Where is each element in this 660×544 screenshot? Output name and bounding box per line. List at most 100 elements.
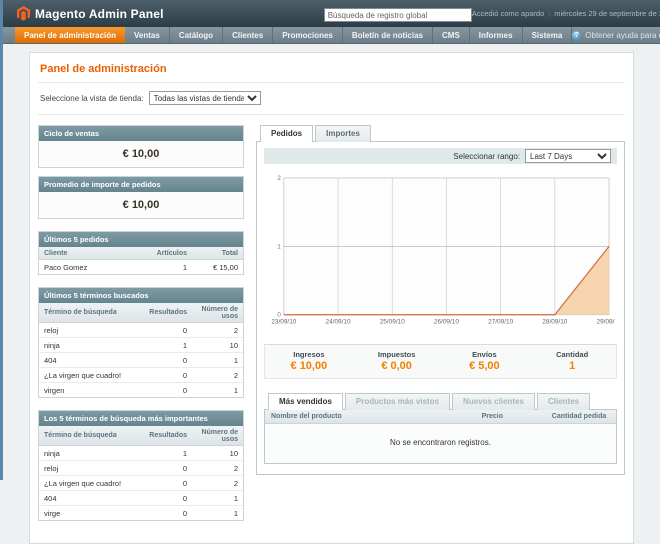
last-search-terms-title: Últimos 5 términos buscados [39,288,243,303]
table-row[interactable]: ¿La virgen que cuadro! 0 2 [39,367,243,383]
column-header[interactable]: Cliente [39,247,141,260]
lifetime-sales-value: € 10,00 [39,141,243,167]
table-cell: ¿La virgen que cuadro! [39,367,141,383]
column-header[interactable]: Número de usos [192,426,243,446]
table-cell: 2 [192,367,243,383]
tab-pedidos[interactable]: Pedidos [260,125,314,142]
column-header[interactable]: Número de usos [192,303,243,323]
totals-strip: Ingresos € 10,00 Impuestos € 0,00 Envíos € 5,… [264,343,617,379]
table-cell: Paco Gomez [39,259,141,274]
stat-value: 1 [569,359,576,372]
table-cell: 0 [141,352,192,368]
table-row[interactable]: ninja 1 10 [39,445,243,461]
tab-clientes[interactable]: Clientes [536,392,591,410]
app-header: Magento Admin Panel Accedió como apardo … [3,0,660,27]
nav-item-panel-de-administraci-n[interactable]: Panel de administración [15,27,126,43]
table-row[interactable]: reloj 0 2 [39,460,243,476]
table-cell: reloj [39,460,141,476]
range-label: Seleccionar rango: [453,151,520,161]
stat-impuestos: Impuestos € 0,00 [353,350,441,372]
nav-item-informes[interactable]: Informes [470,27,523,43]
table-cell: 10 [192,337,243,353]
tab-m-s-vendidos[interactable]: Más vendidos [268,392,343,410]
column-header[interactable]: Término de búsqueda [39,426,141,446]
average-orders-title: Promedio de importe de pedidos [39,177,243,192]
products-table: Nombre del producto Precio Cantidad pedida… [265,409,616,463]
stat-label: Ingresos [293,349,325,359]
average-orders-box: Promedio de importe de pedidos € 10,00 [38,176,244,219]
table-row[interactable]: virgen 0 1 [39,382,243,397]
table-row[interactable]: virge 0 1 [39,505,243,520]
table-cell: 2 [192,322,243,338]
svg-text:1: 1 [277,243,281,250]
column-header[interactable]: Término de búsqueda [39,303,141,323]
stat-value: € 5,00 [469,359,500,372]
table-row[interactable]: reloj 0 2 [39,322,243,338]
stat-value: € 10,00 [290,359,328,372]
stat-label: Impuestos [377,349,416,359]
nav-item-cms[interactable]: CMS [433,27,470,43]
table-cell: 0 [141,322,192,338]
tab-importes[interactable]: Importes [315,125,371,142]
column-header[interactable]: Total [192,247,243,260]
magento-logo[interactable]: Magento Admin Panel [17,6,164,21]
column-header[interactable]: Resultados [141,426,192,446]
last-search-terms-box: Últimos 5 términos buscados Término de b… [38,287,244,398]
table-row[interactable]: 404 0 1 [39,490,243,506]
table-cell: 0 [141,460,192,476]
last-search-terms-table: Término de búsqueda Resultados Número de u… [39,303,243,397]
nav-item-promociones[interactable]: Promociones [273,27,343,43]
svg-text:2: 2 [277,175,281,182]
column-header[interactable]: Resultados [141,303,192,323]
global-search-input[interactable] [323,8,472,22]
top-search-terms-title: Los 5 términos de búsqueda más important… [39,411,243,426]
table-cell: 1 [192,352,243,368]
table-cell: 0 [141,490,192,506]
nav-item-sistema[interactable]: Sistema [523,27,573,43]
svg-text:0: 0 [277,312,281,319]
help-link[interactable]: ? Obtener ayuda para esta página [572,27,660,43]
tab-productos-m-s-vistos[interactable]: Productos más vistos [344,392,451,410]
x-axis-label: 27/09/10 [488,319,513,326]
x-axis-label: 29/09/10 [597,319,615,326]
table-row[interactable]: 404 0 1 [39,352,243,368]
table-cell: 1 [192,382,243,397]
table-cell: 1 [192,505,243,520]
table-cell: 2 [192,475,243,491]
column-header[interactable]: Precio [475,409,546,424]
table-cell: 2 [192,460,243,476]
app-title: Magento Admin Panel [35,6,164,21]
average-orders-value: € 10,00 [39,192,243,218]
column-header[interactable]: Nombre del producto [265,409,476,424]
table-cell: virge [39,505,141,520]
table-cell: ninja [39,337,141,353]
tab-nuevos-clientes[interactable]: Nuevos clientes [452,392,535,410]
x-axis-label: 23/09/10 [271,319,296,326]
table-cell: ninja [39,445,141,461]
table-row[interactable]: ninja 1 10 [39,337,243,353]
table-cell: 0 [141,505,192,520]
store-view-select[interactable]: Todas las vistas de tienda [148,91,261,105]
table-cell: € 15,00 [192,259,243,274]
table-cell: ¿La virgen que cuadro! [39,475,141,491]
column-header[interactable]: Cantidad pedida [545,409,616,424]
main-nav: Panel de administración Ventas Catálogo Cli… [3,27,660,44]
table-row[interactable]: ¿La virgen que cuadro! 0 2 [39,475,243,491]
table-cell: 0 [141,382,192,397]
magento-logo-icon [17,6,30,21]
x-axis-label: 25/09/10 [380,319,405,326]
empty-row: No se encontraron registros. [265,423,616,463]
range-select[interactable]: Last 7 Days [525,149,611,163]
nav-item-cat-logo[interactable]: Catálogo [170,27,224,43]
nav-item-bolet-n-de-noticias[interactable]: Boletín de noticias [343,27,433,43]
stat-cantidad: Cantidad 1 [528,350,616,372]
stat-label: Envíos [472,349,497,359]
nav-item-clientes[interactable]: Clientes [223,27,274,43]
nav-item-ventas[interactable]: Ventas [125,27,170,43]
table-row[interactable]: Paco Gomez 1 € 15,00 [39,259,243,274]
table-cell: reloj [39,322,141,338]
table-cell: 0 [141,367,192,383]
table-cell: 404 [39,352,141,368]
column-header[interactable]: Artículos [141,247,192,260]
help-icon: ? [572,30,582,40]
